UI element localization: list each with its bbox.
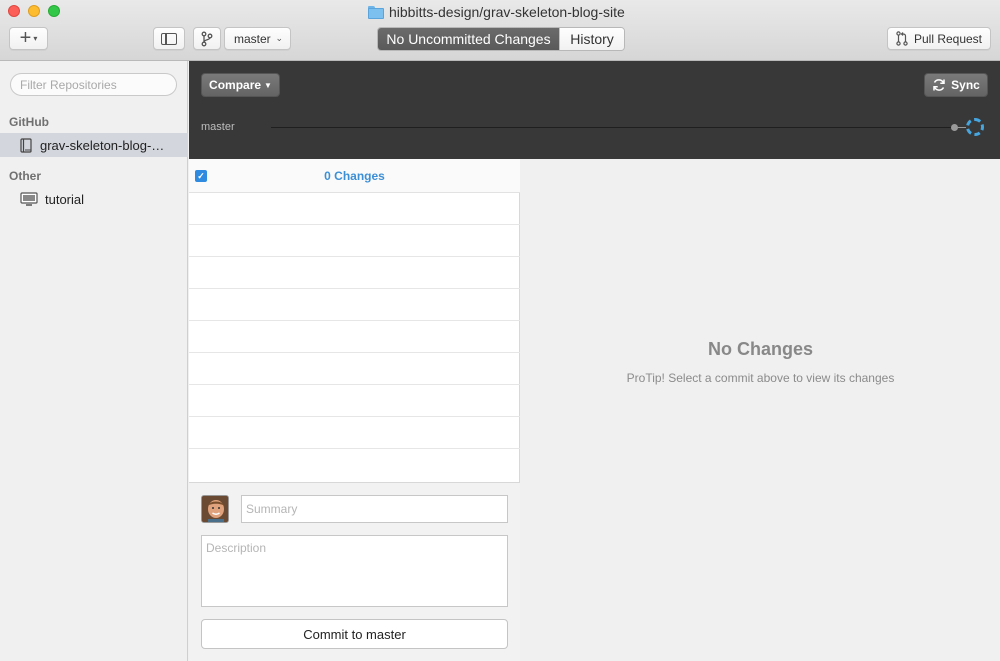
summary-input[interactable] (241, 495, 508, 523)
compare-button[interactable]: Compare ▼ (201, 73, 280, 97)
timeline-branch-label: master (201, 121, 235, 133)
avatar (201, 495, 229, 523)
changes-count: 0 Changes (324, 169, 385, 183)
branch-select[interactable]: master ⌄ (224, 27, 291, 50)
filter-repositories-input[interactable]: Filter Repositories (10, 73, 177, 96)
caret-down-icon: ▼ (264, 80, 272, 90)
branch-icon (201, 31, 213, 46)
repository-label: tutorial (45, 191, 85, 207)
sync-button[interactable]: Sync (924, 73, 988, 97)
create-branch-button[interactable] (193, 27, 221, 50)
sync-icon (933, 79, 945, 91)
plus-icon: + (19, 26, 32, 49)
pull-request-label: Pull Request (913, 31, 983, 46)
compare-label: Compare (209, 78, 262, 92)
pull-request-icon (896, 31, 908, 46)
filter-placeholder: Filter Repositories (20, 77, 117, 92)
sidebar-toggle-button[interactable] (153, 27, 185, 50)
repository-item-tutorial[interactable]: tutorial (0, 187, 188, 211)
tab-history[interactable]: History (559, 28, 624, 50)
protip-text: ProTip! Select a commit above to view it… (626, 371, 895, 385)
minimize-window-button[interactable] (28, 5, 40, 17)
no-changes-title: No Changes (707, 339, 813, 359)
description-input[interactable] (201, 535, 508, 607)
diff-panel: No Changes ProTip! Select a commit above… (521, 159, 1000, 661)
sidebar-icon (161, 32, 177, 45)
changes-header: ✓ 0 Changes (189, 159, 520, 193)
list-row-divider (189, 256, 520, 257)
section-label-other: Other (9, 169, 42, 183)
chevron-down-icon: ⌄ (275, 33, 283, 43)
uncommitted-changes-ring[interactable] (966, 118, 984, 136)
commit-area: Commit to master (189, 482, 520, 661)
repository-label: grav-skeleton-blog-… (40, 137, 165, 153)
chevron-down-icon: ▾ (33, 34, 38, 43)
sync-label: Sync (951, 78, 980, 92)
add-repository-button[interactable]: + ▾ (9, 27, 48, 50)
commit-dot[interactable] (951, 124, 958, 131)
app-window: hibbitts-design/grav-skeleton-blog-site … (0, 0, 1000, 661)
repo-book-icon (20, 137, 32, 153)
list-row-divider (189, 384, 520, 385)
monitor-icon (20, 192, 38, 206)
branch-select-label: master (234, 31, 271, 46)
window-title: hibbitts-design/grav-skeleton-blog-site (368, 3, 625, 21)
zoom-window-button[interactable] (48, 5, 60, 17)
repository-sidebar: Filter Repositories GitHub grav-skeleton… (0, 61, 188, 661)
commit-button[interactable]: Commit to master (201, 619, 508, 649)
close-window-button[interactable] (8, 5, 20, 17)
list-row-divider (189, 448, 520, 449)
list-row-divider (189, 352, 520, 353)
list-row-divider (189, 416, 520, 417)
timeline-connector (958, 127, 966, 128)
section-label-github: GitHub (9, 115, 49, 129)
folder-icon (368, 5, 384, 19)
repository-item-grav-skeleton-blog[interactable]: grav-skeleton-blog-… (0, 133, 188, 157)
window-title-text: hibbitts-design/grav-skeleton-blog-site (389, 4, 625, 20)
list-row-divider (189, 288, 520, 289)
pull-request-button[interactable]: Pull Request (887, 27, 991, 50)
tab-uncommitted-changes[interactable]: No Uncommitted Changes (378, 28, 559, 50)
commit-timeline[interactable] (271, 127, 955, 128)
view-tabs: No Uncommitted Changes History (377, 27, 625, 51)
list-row-divider (189, 224, 520, 225)
list-row-divider (189, 320, 520, 321)
titlebar: hibbitts-design/grav-skeleton-blog-site … (0, 0, 1000, 61)
compare-bar: Compare ▼ Sync master (189, 61, 1000, 159)
